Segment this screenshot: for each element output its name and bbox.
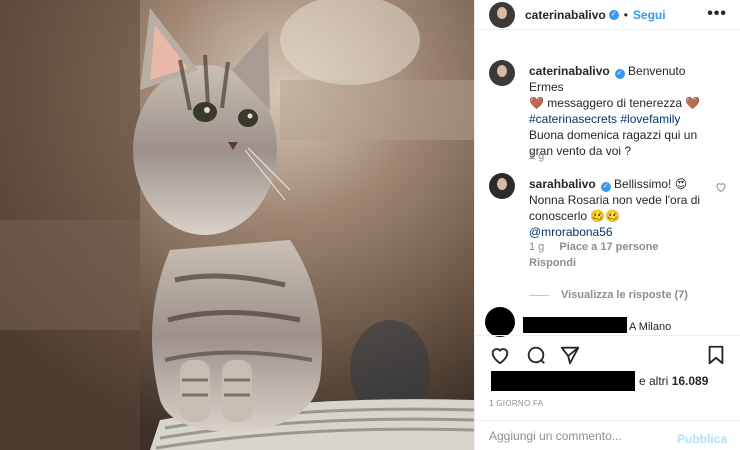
reply-button[interactable]: Rispondi (529, 257, 576, 269)
comment-input[interactable] (489, 429, 669, 443)
caption-hashtags[interactable]: #caterinasecrets #lovefamily (529, 112, 680, 126)
share-send-icon[interactable] (559, 344, 581, 366)
post-photo[interactable] (0, 0, 474, 450)
caption-text: caterinabalivo ✓ Benvenuto Ermes 🤎 messag… (529, 63, 719, 159)
comment-mention[interactable]: @mrorabona56 (529, 225, 613, 239)
redacted-comment: A Milano (475, 307, 740, 337)
separator-dot: • (623, 7, 628, 22)
like-heart-icon[interactable] (489, 344, 511, 366)
verified-badge-icon: ✓ (614, 69, 625, 79)
caption-author-avatar[interactable] (489, 60, 515, 86)
comment-likes-count[interactable]: Piace a 17 persone (559, 241, 658, 253)
comment-meta: 1 g Piace a 17 persone (529, 241, 670, 253)
comments-list[interactable]: caterinabalivo ✓ Benvenuto Ermes 🤎 messag… (475, 55, 740, 335)
likes-text: e altri 16.089 (639, 374, 708, 388)
action-bar (475, 335, 740, 367)
caption-author-username[interactable]: caterinabalivo (529, 64, 610, 78)
heart-eyes-emoji: 😍 (674, 177, 688, 191)
more-options-icon[interactable]: ••• (707, 5, 727, 23)
save-bookmark-icon[interactable] (705, 344, 727, 366)
comment-reply-row: Rispondi (529, 257, 588, 269)
brown-heart-emoji: 🤎 (685, 96, 701, 110)
follow-button[interactable]: Segui (633, 8, 666, 22)
post-timestamp: 1 GIORNO FA (489, 399, 544, 408)
caption: caterinabalivo ✓ Benvenuto Ermes 🤎 messag… (489, 60, 729, 162)
caption-age: 1 g (529, 150, 545, 162)
redacted-text (523, 317, 627, 333)
redacted-location: A Milano (629, 321, 672, 333)
comment-text: sarahbalivo ✓ Bellissimo! 😍 Nonna Rosaria… (529, 176, 719, 240)
brown-heart-emoji: 🤎 (529, 96, 544, 110)
comment-text-1: Bellissimo! (614, 177, 672, 191)
comment-item: sarahbalivo ✓ Bellissimo! 😍 Nonna Rosaria… (489, 173, 729, 283)
comment-age: 1 g (529, 241, 545, 253)
post-header: caterinabalivo ✓ • Segui ••• (475, 0, 740, 30)
publish-button[interactable]: Pubblica (677, 432, 727, 446)
caption-meta: 1 g (529, 150, 556, 162)
caption-line2: messaggero di tenerezza (547, 96, 683, 110)
verified-badge-icon: ✓ (608, 9, 619, 20)
likes-prefix: e altri (639, 374, 669, 388)
likes-count[interactable]: 16.089 (672, 374, 709, 388)
likes-summary[interactable]: e altri 16.089 (491, 371, 740, 391)
view-replies-button[interactable]: Visualizza le risposte (7) (529, 289, 688, 301)
woozy-emoji: 🥴🥴 (590, 209, 621, 223)
redacted-avatar (485, 307, 515, 337)
post-sidebar: caterinabalivo ✓ • Segui ••• caterinabal… (474, 0, 740, 450)
add-comment-bar: Pubblica (475, 420, 740, 450)
redacted-likers (491, 371, 635, 391)
commenter-username[interactable]: sarahbalivo (529, 177, 596, 191)
author-username[interactable]: caterinabalivo (525, 8, 606, 22)
verified-badge-icon: ✓ (600, 182, 611, 192)
kitten-photo-illustration (0, 0, 474, 450)
comment-bubble-icon[interactable] (525, 344, 547, 366)
commenter-avatar[interactable] (489, 173, 515, 199)
author-avatar[interactable] (489, 1, 515, 28)
like-comment-heart-icon[interactable] (715, 181, 727, 193)
